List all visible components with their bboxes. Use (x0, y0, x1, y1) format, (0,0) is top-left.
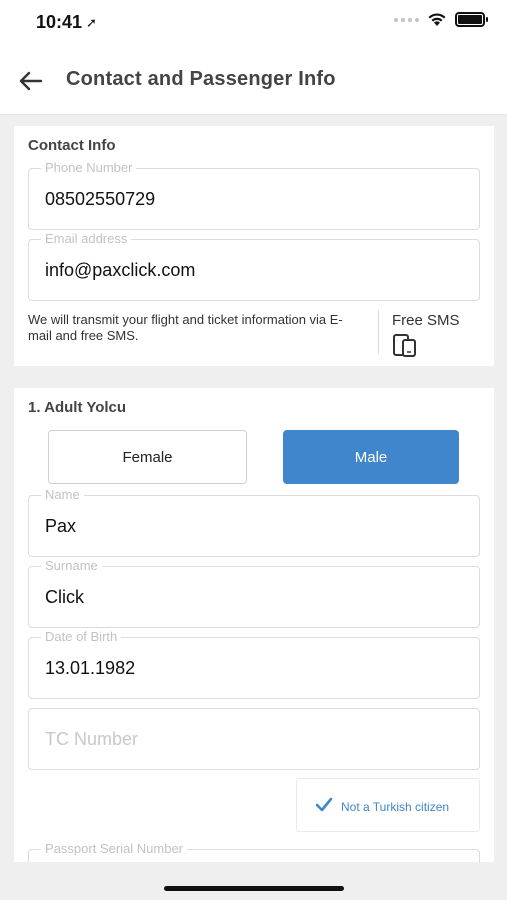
checkmark-icon (315, 797, 333, 812)
name-field[interactable]: Name Pax (28, 487, 480, 557)
passport-serial-label: Passport Serial Number (41, 841, 187, 857)
name-value: Pax (45, 516, 77, 536)
email-field[interactable]: Email address info@paxclick.com (28, 231, 480, 301)
surname-value: Click (45, 587, 84, 607)
contact-info-title: Contact Info (28, 137, 116, 154)
date-of-birth-field[interactable]: Date of Birth 13.01.1982 (28, 629, 480, 699)
back-arrow-icon (19, 71, 43, 91)
page-title: Contact and Passenger Info (66, 68, 336, 90)
home-indicator-bar (0, 862, 507, 900)
phone-number-field[interactable]: Phone Number 08502550729 (28, 160, 480, 230)
gender-male-button[interactable]: Male (283, 430, 459, 484)
status-icons (394, 12, 488, 27)
contact-info-card: Contact Info Phone Number 08502550729 Em… (14, 126, 494, 366)
free-sms-toggle[interactable]: Free SMS (392, 312, 460, 357)
phone-number-label: Phone Number (41, 160, 137, 176)
tc-number-field[interactable]: TC Number (28, 708, 480, 770)
back-button[interactable] (16, 66, 46, 96)
location-arrow-icon: ➚ (86, 14, 97, 30)
app-header: Contact and Passenger Info (0, 44, 507, 115)
surname-label: Surname (41, 558, 102, 574)
cellular-signal-icon (394, 17, 419, 22)
devices-icon (393, 334, 416, 357)
date-of-birth-value: 13.01.1982 (45, 658, 136, 678)
battery-icon (455, 12, 488, 27)
status-time: 10:41 ➚ (36, 12, 97, 33)
email-label: Email address (41, 231, 132, 247)
not-turkish-citizen-label: Not a Turkish citizen (341, 800, 450, 814)
passenger-card: 1. Adult Yolcu Female Male Name Pax Surn… (14, 388, 494, 900)
not-turkish-citizen-checkbox[interactable]: Not a Turkish citizen (296, 778, 480, 832)
surname-field[interactable]: Surname Click (28, 558, 480, 628)
phone-number-value: 08502550729 (45, 189, 156, 209)
email-value: info@paxclick.com (45, 260, 196, 280)
sms-note: We will transmit your flight and ticket … (28, 312, 343, 343)
home-indicator[interactable] (164, 886, 344, 891)
date-of-birth-label: Date of Birth (41, 629, 122, 645)
gender-female-button[interactable]: Female (48, 430, 247, 484)
wifi-icon (428, 13, 446, 26)
status-time-text: 10:41 (36, 12, 83, 32)
free-sms-label: Free SMS (392, 312, 460, 329)
name-label: Name (41, 487, 84, 503)
tc-number-placeholder: TC Number (45, 729, 139, 749)
status-bar: 10:41 ➚ (0, 0, 507, 44)
passenger-title: 1. Adult Yolcu (28, 399, 127, 416)
sms-divider (378, 310, 379, 354)
